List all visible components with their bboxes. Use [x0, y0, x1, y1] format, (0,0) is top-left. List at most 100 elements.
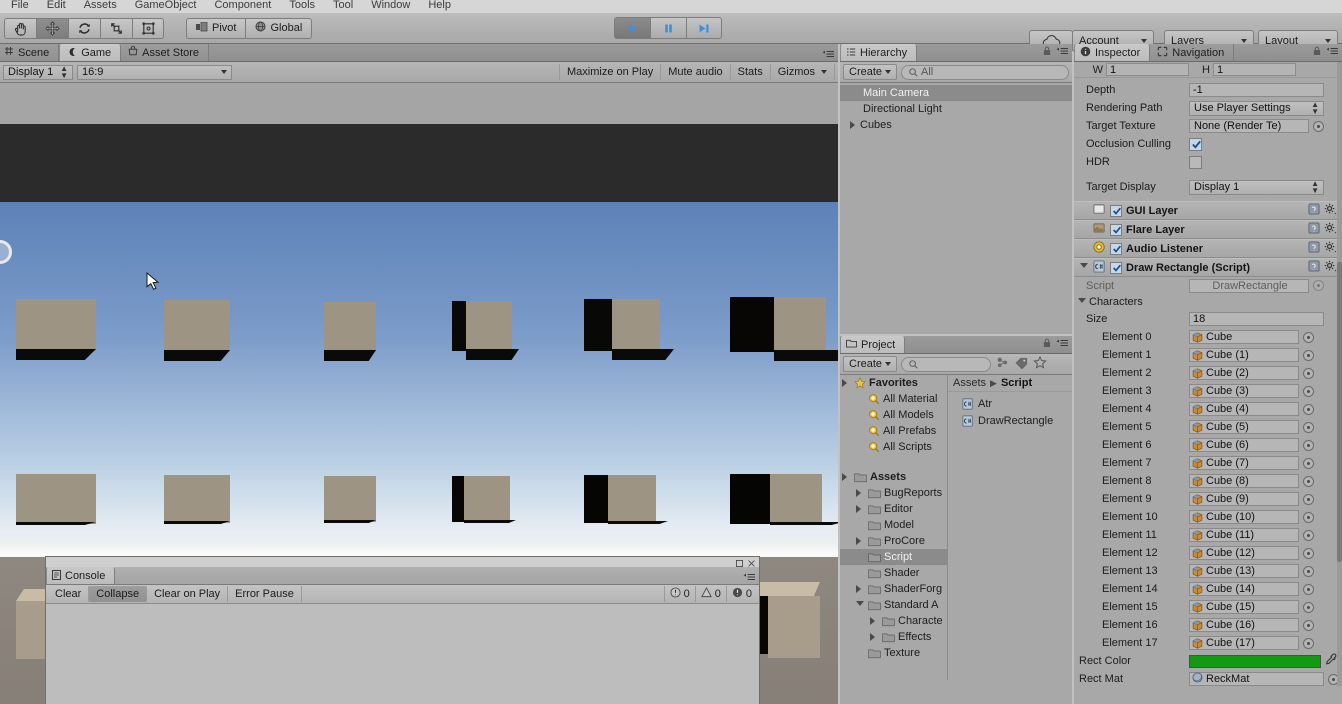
- collapse-button[interactable]: Collapse: [89, 586, 148, 602]
- depth-field[interactable]: -1: [1189, 83, 1324, 97]
- project-tree-item-procore[interactable]: ProCore: [840, 533, 947, 549]
- hierarchy-item-directional-light[interactable]: Directional Light: [840, 101, 1072, 117]
- project-tree-item-shader[interactable]: Shader: [840, 565, 947, 581]
- hierarchy-search-input[interactable]: All: [901, 64, 1069, 80]
- console-log-list[interactable]: [46, 604, 759, 704]
- target-display-dropdown[interactable]: Display 1 ▲ ▼: [1189, 179, 1324, 195]
- help-icon[interactable]: [1308, 260, 1320, 275]
- info-counter[interactable]: 0: [663, 586, 695, 602]
- character-element-field[interactable]: Cube (10): [1189, 510, 1299, 524]
- expand-twisty-icon[interactable]: [850, 121, 855, 129]
- character-element-picker-icon[interactable]: [1303, 637, 1314, 649]
- expand-twisty-icon[interactable]: [856, 505, 865, 513]
- panel-menu-icon[interactable]: [1055, 339, 1069, 351]
- expand-twisty-icon[interactable]: [1078, 297, 1086, 307]
- character-element-field[interactable]: Cube (3): [1189, 384, 1299, 398]
- gizmos-button[interactable]: Gizmos: [771, 64, 835, 80]
- character-element-field[interactable]: Cube (15): [1189, 600, 1299, 614]
- tab-hierarchy[interactable]: Hierarchy: [840, 44, 918, 61]
- character-element-picker-icon[interactable]: [1303, 583, 1314, 595]
- project-tree-item-characte[interactable]: Characte: [840, 613, 947, 629]
- character-element-field[interactable]: Cube (6): [1189, 438, 1299, 452]
- help-icon[interactable]: [1308, 222, 1320, 237]
- project-tree[interactable]: Favorites All Material All Models All Prefa…: [840, 375, 948, 680]
- tab-navigation[interactable]: Navigation: [1150, 44, 1235, 61]
- tab-game[interactable]: Game: [59, 44, 122, 61]
- tab-inspector[interactable]: Inspector: [1074, 44, 1151, 61]
- project-tree-item-assets[interactable]: Assets: [840, 469, 947, 485]
- character-element-field[interactable]: Cube (16): [1189, 618, 1299, 632]
- scale-tool-button[interactable]: [100, 17, 132, 39]
- characters-foldout[interactable]: Characters: [1074, 294, 1342, 310]
- rect-tool-button[interactable]: [132, 17, 164, 39]
- character-element-picker-icon[interactable]: [1303, 529, 1314, 541]
- script-picker-icon[interactable]: [1313, 280, 1324, 291]
- character-element-field[interactable]: Cube (9): [1189, 492, 1299, 506]
- inspector-scrollbar[interactable]: [1337, 62, 1342, 686]
- occlusion-culling-checkbox[interactable]: [1189, 137, 1202, 151]
- menu-item-file[interactable]: File: [2, 0, 38, 12]
- mute-audio-button[interactable]: Mute audio: [661, 64, 731, 80]
- menu-item-assets[interactable]: Assets: [75, 0, 126, 12]
- expand-twisty-icon[interactable]: [870, 617, 879, 625]
- character-element-picker-icon[interactable]: [1303, 601, 1314, 613]
- flare-layer-enabled-checkbox[interactable]: [1110, 223, 1122, 236]
- project-tree-item-editor[interactable]: Editor: [840, 501, 947, 517]
- project-tree-item-all-scripts[interactable]: All Scripts: [840, 439, 947, 455]
- tab-scene[interactable]: Scene: [0, 44, 60, 61]
- global-button[interactable]: Global: [245, 17, 313, 39]
- expand-twisty-icon[interactable]: [842, 473, 851, 481]
- character-element-field[interactable]: Cube (8): [1189, 474, 1299, 488]
- project-contents-list[interactable]: Atr DrawRectangle: [948, 392, 1072, 429]
- rotate-tool-button[interactable]: [68, 17, 100, 39]
- character-element-picker-icon[interactable]: [1303, 439, 1314, 451]
- tab-asset-store[interactable]: Asset Store: [121, 44, 210, 61]
- lock-icon[interactable]: [1313, 46, 1321, 59]
- rect-color-swatch[interactable]: [1189, 654, 1321, 668]
- menu-item-gameobject[interactable]: GameObject: [126, 0, 206, 12]
- gear-icon[interactable]: [1324, 260, 1337, 275]
- gui-layer-enabled-checkbox[interactable]: [1110, 204, 1122, 217]
- lock-icon[interactable]: [1043, 338, 1051, 351]
- hand-tool-button[interactable]: [4, 17, 36, 39]
- maximize-on-play-button[interactable]: Maximize on Play: [559, 64, 662, 80]
- game-panel-menu[interactable]: [821, 50, 835, 59]
- project-contents-pane[interactable]: Assets ▶ Script Atr DrawRectangle: [948, 375, 1072, 680]
- expand-twisty-icon[interactable]: [870, 633, 879, 641]
- character-element-picker-icon[interactable]: [1303, 511, 1314, 523]
- panel-menu-icon[interactable]: [1325, 47, 1339, 59]
- gear-icon[interactable]: [1324, 203, 1337, 218]
- character-element-picker-icon[interactable]: [1303, 619, 1314, 631]
- character-element-field[interactable]: Cube (7): [1189, 456, 1299, 470]
- panel-menu-icon[interactable]: [1055, 47, 1069, 59]
- expand-twisty-icon[interactable]: [856, 489, 865, 497]
- expand-twisty-icon[interactable]: [856, 600, 865, 610]
- project-tree-item-favorites[interactable]: Favorites: [840, 375, 947, 391]
- warning-counter[interactable]: 0: [694, 586, 726, 602]
- project-create-button[interactable]: Create: [843, 356, 898, 372]
- component-header-draw-rectangle[interactable]: Draw Rectangle (Script): [1074, 258, 1342, 277]
- gear-icon[interactable]: [1324, 241, 1337, 256]
- filter-by-label-icon[interactable]: [1014, 356, 1029, 372]
- help-icon[interactable]: [1308, 241, 1320, 256]
- expand-twisty-icon[interactable]: [856, 585, 865, 593]
- viewport-h-field[interactable]: 1: [1213, 63, 1296, 76]
- rendering-path-dropdown[interactable]: Use Player Settings ▲ ▼: [1189, 100, 1324, 116]
- character-element-field[interactable]: Cube (13): [1189, 564, 1299, 578]
- project-tree-item-all-material[interactable]: All Material: [840, 391, 947, 407]
- component-header-gui-layer[interactable]: GUI Layer: [1074, 201, 1342, 220]
- breadcrumb-assets[interactable]: Assets: [953, 377, 986, 389]
- character-element-picker-icon[interactable]: [1303, 331, 1314, 343]
- component-header-audio-listener[interactable]: Audio Listener: [1074, 239, 1342, 258]
- menu-item-tools[interactable]: Tools: [280, 0, 324, 12]
- character-element-picker-icon[interactable]: [1303, 493, 1314, 505]
- draw-rectangle-enabled-checkbox[interactable]: [1110, 261, 1122, 274]
- audio-listener-enabled-checkbox[interactable]: [1110, 242, 1122, 255]
- step-button[interactable]: [686, 17, 722, 39]
- expand-twisty-icon[interactable]: [1080, 263, 1088, 272]
- display-dropdown[interactable]: Display 1 ▲ ▼: [3, 64, 73, 80]
- character-element-picker-icon[interactable]: [1303, 475, 1314, 487]
- aspect-dropdown[interactable]: 16:9: [77, 64, 232, 80]
- project-tree-item-effects[interactable]: Effects: [840, 629, 947, 645]
- error-pause-button[interactable]: Error Pause: [228, 586, 302, 602]
